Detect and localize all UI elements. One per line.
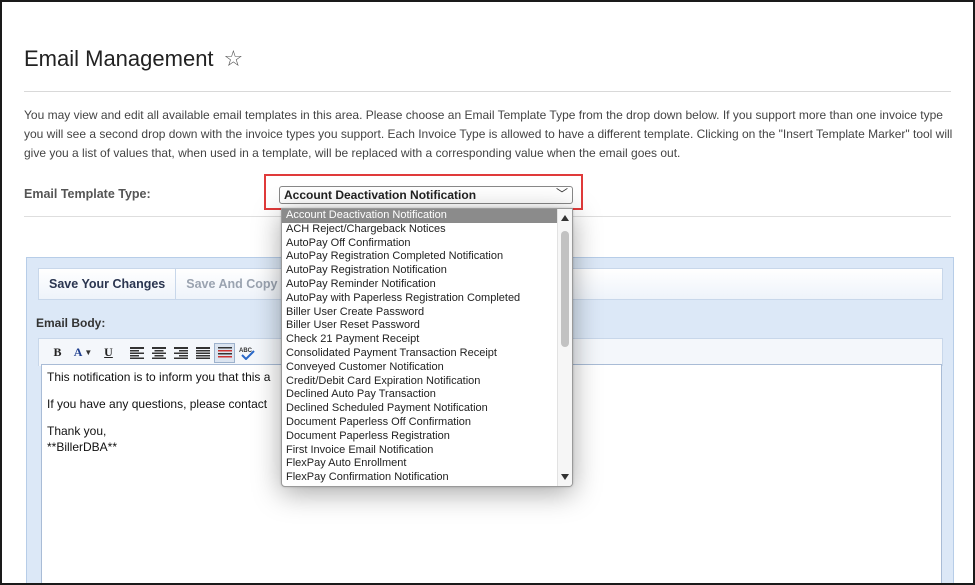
page-title: Email Management ☆ [24, 46, 243, 72]
dropdown-option[interactable]: Document Paperless Registration [282, 430, 558, 444]
template-type-dropdown-list[interactable]: Account Deactivation Notification ACH Re… [281, 208, 573, 487]
align-center-icon[interactable] [148, 343, 169, 363]
align-right-icon[interactable] [170, 343, 191, 363]
scroll-down-arrow-icon[interactable] [561, 474, 569, 480]
dropdown-scrollbar[interactable] [557, 209, 572, 486]
dropdown-option[interactable]: Check 21 Payment Receipt [282, 333, 558, 347]
font-color-icon[interactable]: A ▼ [69, 343, 97, 363]
template-type-label: Email Template Type: [24, 187, 151, 201]
dropdown-option[interactable]: Biller User Create Password [282, 306, 558, 320]
dropdown-option[interactable]: Document Paperless Off Confirmation [282, 416, 558, 430]
bold-icon[interactable]: B [47, 343, 68, 363]
chevron-down-icon: ﹀ [555, 187, 568, 201]
dropdown-option[interactable]: AutoPay Registration Notification [282, 264, 558, 278]
star-outline-icon[interactable]: ☆ [224, 46, 244, 72]
dropdown-option[interactable]: Biller User Reset Password [282, 319, 558, 333]
template-type-selected-value: Account Deactivation Notification [284, 188, 477, 202]
dropdown-option[interactable]: FlexPay Auto Enrollment [282, 457, 558, 471]
scrollbar-thumb[interactable] [561, 231, 569, 347]
underline-icon[interactable]: U [98, 343, 119, 363]
dropdown-option[interactable]: AutoPay with Paperless Registration Comp… [282, 292, 558, 306]
dropdown-option[interactable]: AutoPay Registration Completed Notificat… [282, 250, 558, 264]
spellcheck-icon[interactable]: ABC [236, 343, 257, 363]
align-left-icon[interactable] [126, 343, 147, 363]
scroll-up-arrow-icon[interactable] [561, 215, 569, 221]
intro-text: You may view and edit all available emai… [24, 108, 953, 160]
dropdown-option[interactable]: AutoPay Reminder Notification [282, 278, 558, 292]
dropdown-option[interactable]: FlexPay Confirmation Notification [282, 471, 558, 485]
email-body-label: Email Body: [36, 316, 106, 330]
dropdown-option[interactable]: Account Deactivation Notification [282, 209, 558, 223]
dropdown-option[interactable]: Conveyed Customer Notification [282, 361, 558, 375]
template-type-select[interactable]: Account Deactivation Notification ﹀ [279, 186, 573, 204]
save-changes-button[interactable]: Save Your Changes [39, 269, 177, 299]
divider [24, 91, 951, 92]
dropdown-option[interactable]: Declined Auto Pay Transaction [282, 388, 558, 402]
dropdown-option[interactable]: First Invoice Email Notification [282, 444, 558, 458]
dropdown-option[interactable]: ACH Reject/Chargeback Notices [282, 223, 558, 237]
dropdown-option[interactable]: AutoPay Off Confirmation [282, 237, 558, 251]
page-title-text: Email Management [24, 46, 214, 71]
insert-template-marker-icon[interactable] [214, 342, 235, 363]
app-window: Email Management ☆ You may view and edit… [0, 0, 975, 585]
dropdown-option[interactable]: Credit/Debit Card Expiration Notificatio… [282, 375, 558, 389]
dropdown-option[interactable]: Consolidated Payment Transaction Receipt [282, 347, 558, 361]
dropdown-option[interactable]: Declined Scheduled Payment Notification [282, 402, 558, 416]
justify-icon[interactable] [192, 343, 213, 363]
